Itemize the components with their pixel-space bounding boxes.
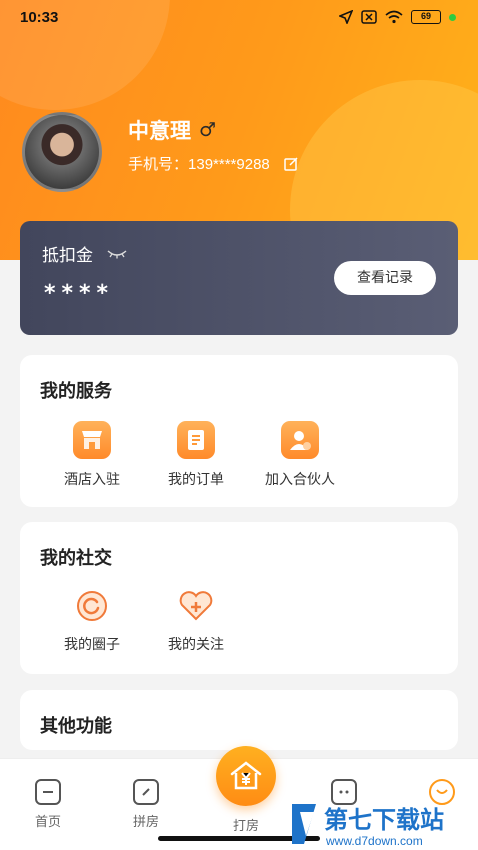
yen-house-icon [230,761,262,790]
watermark-brand: 第七下载站 [324,806,444,834]
watermark-url: www.d7down.com [325,834,423,848]
avatar[interactable] [22,112,102,192]
view-records-button[interactable]: 查看记录 [334,261,436,295]
deduction-value: **** [44,281,115,306]
nav-label: 首页 [34,815,61,830]
nav-item-home[interactable]: 首页 [18,779,78,830]
service-item-hotel-join[interactable]: 酒店入驻 [40,421,144,489]
service-item-partner[interactable]: 加入合伙人 [248,421,352,489]
phone-label: 手机号： [128,155,189,173]
deduction-title-row: 抵扣金 [42,241,127,266]
nav-item-share-room[interactable]: 拼房 [116,779,176,830]
social-title: 我的社交 [40,548,112,569]
no-sim-icon [361,10,377,24]
other-functions-card: 其他功能 [20,690,458,750]
social-item-circle[interactable]: 我的圈子 [40,588,144,654]
user-name: 中意理 ♂ [128,115,216,145]
male-icon: ♂ [199,119,217,141]
services-title: 我的服务 [40,381,112,402]
status-icons: 69 [339,10,456,24]
heart-plus-icon [178,588,214,624]
service-item-label: 我的订单 [168,472,224,488]
service-item-label: 加入合伙人 [265,472,335,488]
phone-row: 手机号：139****9288 [128,153,298,174]
nav-item-book-room[interactable]: 打房 [216,809,276,834]
location-icon [339,10,353,24]
partner-icon [281,421,319,459]
battery-icon: 69 [411,10,441,24]
social-card: 我的社交 我的圈子 我的关注 [20,522,458,674]
social-item-follow[interactable]: 我的关注 [144,588,248,654]
other-functions-title: 其他功能 [40,716,112,737]
user-name-text: 中意理 [128,119,191,143]
privacy-indicator-dot [449,13,456,21]
deduction-title: 抵扣金 [42,246,93,266]
book-room-center-button[interactable] [216,746,276,806]
status-time: 10:33 [20,9,59,26]
eye-closed-icon[interactable] [107,249,127,259]
services-card: 我的服务 酒店入驻 我的订单 加入合伙人 [20,355,458,507]
edit-icon[interactable] [284,156,298,171]
phone-number: 139****9288 [188,156,270,173]
store-icon [73,421,111,459]
order-icon [177,421,215,459]
home-icon [35,779,61,805]
circle-icon [74,588,110,624]
watermark-logo: 第七下载站 www.d7down.com [292,804,444,848]
nav-label: 打房 [232,819,259,834]
service-item-orders[interactable]: 我的订单 [144,421,248,489]
service-item-label: 酒店入驻 [64,472,120,488]
social-item-label: 我的关注 [168,637,224,653]
nav-label: 拼房 [132,815,159,830]
social-item-label: 我的圈子 [64,637,120,653]
share-room-icon [133,779,159,805]
status-bar: 10:33 69 [0,0,478,38]
deduction-card: 抵扣金 **** 查看记录 [20,221,458,335]
wifi-icon [385,10,403,24]
